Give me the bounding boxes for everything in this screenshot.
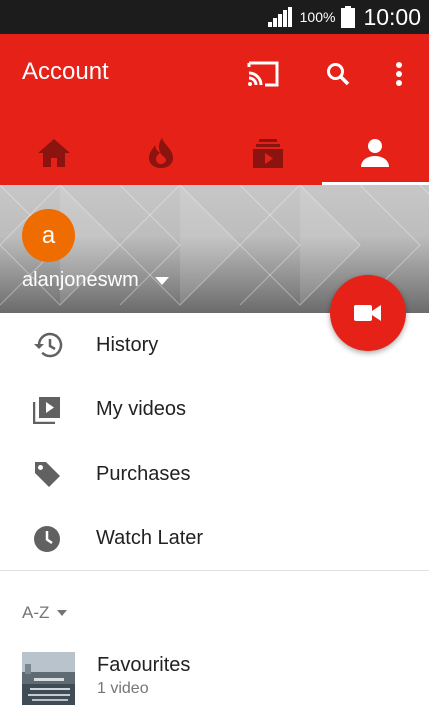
home-icon (37, 138, 70, 167)
menu-label-purchases: Purchases (96, 462, 191, 485)
dropdown-arrow-icon (57, 610, 68, 616)
page-title: Account (22, 58, 109, 85)
status-bar: 100% 10:00 (0, 0, 429, 34)
sort-label: A-Z (22, 603, 50, 622)
sort-dropdown[interactable]: A-Z (22, 603, 68, 623)
battery-icon (341, 6, 356, 28)
app-bar: Account (0, 34, 429, 185)
avatar[interactable]: a (22, 209, 75, 262)
history-icon (34, 333, 63, 358)
menu-item-my-videos[interactable]: My videos (0, 378, 429, 443)
screen: 100% 10:00 Account a alanjoneswm History… (0, 0, 429, 716)
signal-icon (267, 7, 292, 27)
more-vert-icon[interactable] (381, 56, 417, 92)
search-icon[interactable] (320, 56, 356, 92)
dropdown-arrow-icon (154, 276, 169, 285)
menu-label-my-videos: My videos (96, 398, 187, 421)
account-menu: History My videos Purchases Watch Later (0, 313, 429, 571)
account-switcher[interactable]: alanjoneswm (22, 269, 169, 292)
playlist-item[interactable]: Favourites 1 video (0, 650, 429, 706)
cast-icon[interactable] (245, 56, 281, 92)
tab-account[interactable] (321, 120, 429, 185)
menu-label-watch-later: Watch Later (96, 527, 204, 550)
tab-subscriptions[interactable] (215, 120, 322, 185)
trending-icon (148, 137, 173, 168)
battery-percent: 100% (299, 9, 336, 25)
tab-bar (0, 120, 429, 185)
tag-icon (35, 462, 60, 488)
menu-item-history[interactable]: History (0, 313, 429, 378)
tab-home[interactable] (0, 120, 107, 185)
subscriptions-icon (253, 138, 284, 168)
playlist-video-count: 1 video (97, 680, 149, 697)
divider (0, 570, 429, 571)
clock-time: 10:00 (363, 3, 421, 30)
my-videos-icon (33, 396, 60, 424)
playlist-thumbnail (22, 652, 75, 705)
menu-item-purchases[interactable]: Purchases (0, 442, 429, 507)
playlist-title: Favourites (97, 654, 191, 676)
menu-label-history: History (96, 333, 159, 356)
tab-trending[interactable] (107, 120, 214, 185)
username: alanjoneswm (22, 269, 139, 291)
account-icon (361, 138, 390, 167)
clock-icon (34, 525, 60, 552)
menu-item-watch-later[interactable]: Watch Later (0, 507, 429, 572)
